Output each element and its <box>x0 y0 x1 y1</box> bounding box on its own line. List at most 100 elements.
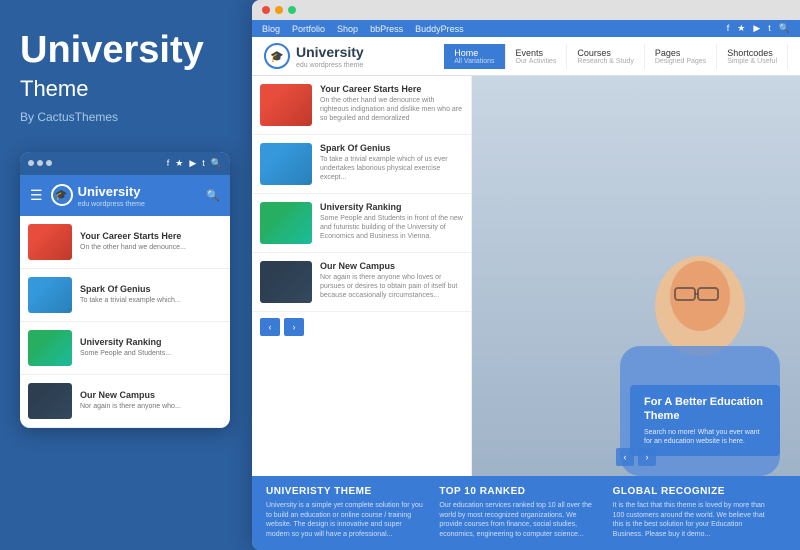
mobile-item-desc-4: Nor again is there anyone who... <box>80 403 181 411</box>
list-title-3: University Ranking <box>320 202 463 212</box>
mobile-item-content-2: Spark Of Genius To take a trivial exampl… <box>80 284 181 306</box>
mobile-logo-text-area: University edu wordpress theme <box>78 183 145 208</box>
list-item: Our New Campus Nor again is there anyone… <box>20 375 230 428</box>
desktop-site: Blog Portfolio Shop bbPress BuddyPress f… <box>252 20 800 550</box>
site-logo-sub: edu wordpress theme <box>296 62 364 69</box>
mobile-logo-sub: edu wordpress theme <box>78 201 145 208</box>
nav-shortcodes-label: Shortcodes <box>727 48 773 58</box>
hero-next-arrow[interactable]: › <box>638 448 656 466</box>
nav-home[interactable]: Home All Variations <box>444 44 505 69</box>
site-toolbar: Blog Portfolio Shop bbPress BuddyPress f… <box>252 20 800 37</box>
nav-pages[interactable]: Pages Designed Pages <box>645 44 717 69</box>
next-button[interactable]: › <box>284 318 304 336</box>
nav-courses-label: Courses <box>577 48 611 58</box>
toolbar-link-bbpress[interactable]: bbPress <box>370 24 403 34</box>
mobile-item-title-1: Your Career Starts Here <box>80 231 186 243</box>
list-desc-1: On the other hand we denounce with right… <box>320 96 463 123</box>
toolbar-search-icon[interactable]: 🔍 <box>779 23 790 34</box>
mobile-logo-icon: 🎓 <box>51 184 73 206</box>
footer-col-2: TOP 10 RANKED Our education services ran… <box>439 486 612 540</box>
list-thumb-3 <box>260 202 312 244</box>
slider-navigation: ‹ › <box>252 312 471 342</box>
toolbar-facebook-icon[interactable]: f <box>727 23 730 34</box>
list-item: University Ranking Some People and Stude… <box>20 322 230 375</box>
mobile-item-content-1: Your Career Starts Here On the other han… <box>80 231 186 253</box>
hamburger-icon: ☰ <box>30 187 43 204</box>
site-footer: UNIVERISTY THEME University is a simple … <box>252 476 800 550</box>
list-item: Spark Of Genius To take a trivial exampl… <box>252 135 471 194</box>
author-text: By CactusThemes <box>20 110 228 124</box>
list-desc-2: To take a trivial example which of us ev… <box>320 155 463 182</box>
mobile-item-desc-2: To take a trivial example which... <box>80 297 181 305</box>
facebook-icon: f <box>167 158 170 168</box>
mobile-top-bar: f ★ ▶ t 🔍 <box>20 152 230 175</box>
site-logo-name: University <box>296 44 364 60</box>
hero-cta-text: Search no more! What you ever want for a… <box>644 428 766 446</box>
site-logo-text-area: University edu wordpress theme <box>296 44 364 69</box>
toolbar-twitter-icon[interactable]: t <box>768 23 771 34</box>
mobile-logo-name: University <box>78 184 141 199</box>
site-logo: 🎓 University edu wordpress theme <box>264 43 364 69</box>
footer-text-3: It is the fact that this theme is loved … <box>613 501 772 540</box>
footer-title-1: UNIVERISTY THEME <box>266 486 425 497</box>
nav-events[interactable]: Events Our Activities <box>506 44 568 69</box>
mobile-search-icon[interactable]: 🔍 <box>206 189 220 202</box>
nav-courses[interactable]: Courses Research & Study <box>567 44 644 69</box>
browser-chrome <box>252 0 800 20</box>
nav-home-sub: All Variations <box>454 58 494 65</box>
toolbar-link-blog[interactable]: Blog <box>262 24 280 34</box>
toolbar-link-shop[interactable]: Shop <box>337 24 358 34</box>
toolbar-link-buddypress[interactable]: BuddyPress <box>415 24 464 34</box>
desktop-mockup: Blog Portfolio Shop bbPress BuddyPress f… <box>252 0 800 550</box>
mobile-item-title-3: University Ranking <box>80 337 171 349</box>
mobile-thumb-2 <box>28 277 72 313</box>
search-icon: 🔍 <box>211 158 222 169</box>
site-logo-icon: 🎓 <box>264 43 290 69</box>
play-icon: ▶ <box>189 158 196 169</box>
footer-col-1: UNIVERISTY THEME University is a simple … <box>266 486 439 540</box>
title-text: University <box>20 30 228 72</box>
footer-title-3: GLOBAL RECOGNIZE <box>613 486 772 497</box>
mobile-item-desc-3: Some People and Students... <box>80 350 171 358</box>
nav-pages-label: Pages <box>655 48 681 58</box>
mobile-logo: 🎓 University edu wordpress theme <box>51 183 145 208</box>
mobile-thumb-4 <box>28 383 72 419</box>
prev-button[interactable]: ‹ <box>260 318 280 336</box>
hero-prev-arrow[interactable]: ‹ <box>616 448 634 466</box>
hero-cta-box: For A Better Education Theme Search no m… <box>630 385 780 456</box>
list-title-1: Your Career Starts Here <box>320 84 463 94</box>
toolbar-play-icon[interactable]: ▶ <box>753 23 760 34</box>
site-nav: 🎓 University edu wordpress theme Home Al… <box>252 37 800 76</box>
nav-events-label: Events <box>516 48 544 58</box>
left-panel: University Theme By CactusThemes f ★ ▶ t… <box>0 0 248 550</box>
list-content-3: University Ranking Some People and Stude… <box>320 202 463 241</box>
list-item: University Ranking Some People and Stude… <box>252 194 471 253</box>
nav-shortcodes-sub: Simple & Useful <box>727 58 777 65</box>
hero-image: For A Better Education Theme Search no m… <box>472 76 800 476</box>
subtitle-text: Theme <box>20 76 228 102</box>
mobile-window-dots <box>28 160 52 166</box>
mobile-item-title-2: Spark Of Genius <box>80 284 181 296</box>
twitter-icon: t <box>202 158 205 168</box>
mobile-header: ☰ 🎓 University edu wordpress theme 🔍 <box>20 175 230 216</box>
toolbar-social-icons: f ★ ▶ t 🔍 <box>727 23 790 34</box>
list-content-2: Spark Of Genius To take a trivial exampl… <box>320 143 463 182</box>
mobile-item-desc-1: On the other hand we denounce... <box>80 244 186 252</box>
list-desc-3: Some People and Students in front of the… <box>320 214 463 241</box>
browser-minimize-dot <box>275 6 283 14</box>
toolbar-link-portfolio[interactable]: Portfolio <box>292 24 325 34</box>
mobile-thumb-3 <box>28 330 72 366</box>
list-content-1: Your Career Starts Here On the other han… <box>320 84 463 123</box>
toolbar-star-icon[interactable]: ★ <box>737 23 745 34</box>
mobile-item-content-3: University Ranking Some People and Stude… <box>80 337 171 359</box>
toolbar-links: Blog Portfolio Shop bbPress BuddyPress <box>262 24 464 34</box>
list-item: Your Career Starts Here On the other han… <box>252 76 471 135</box>
mobile-mockup: f ★ ▶ t 🔍 ☰ 🎓 University edu wordpress t… <box>20 152 230 428</box>
list-content-4: Our New Campus Nor again is there anyone… <box>320 261 463 300</box>
site-list-panel: Your Career Starts Here On the other han… <box>252 76 472 476</box>
hero-area: For A Better Education Theme Search no m… <box>472 76 800 476</box>
browser-close-dot <box>262 6 270 14</box>
nav-shortcodes[interactable]: Shortcodes Simple & Useful <box>717 44 788 69</box>
mobile-dot-2 <box>37 160 43 166</box>
list-thumb-2 <box>260 143 312 185</box>
